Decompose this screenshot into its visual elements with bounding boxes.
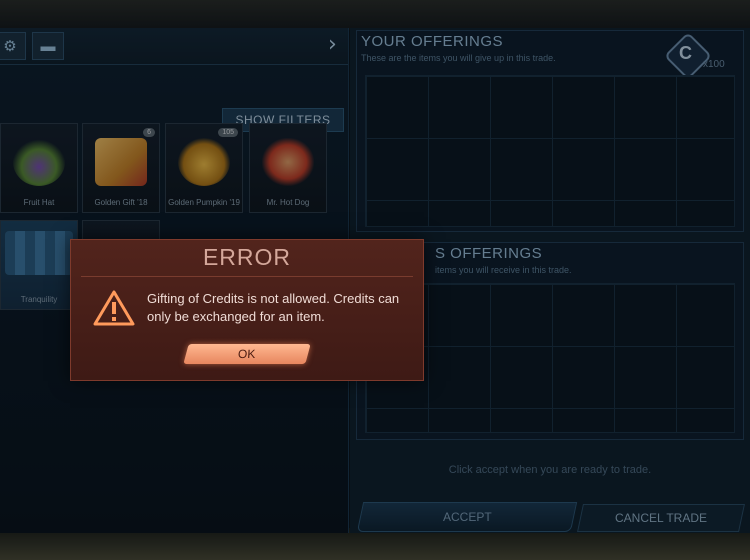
hot-dog-icon	[262, 138, 314, 186]
item-count-badge: 105	[218, 128, 238, 137]
your-offerings-subtitle: These are the items you will give up in …	[361, 53, 556, 63]
gear-icon[interactable]: ⚙	[0, 32, 26, 60]
title-divider	[81, 276, 413, 277]
item-name: Mr. Hot Dog	[266, 198, 310, 207]
inventory-item[interactable]: Mr. Hot Dog	[249, 123, 327, 213]
error-dialog: ERROR Gifting of Credits is not allowed.…	[70, 239, 424, 381]
pumpkin-icon	[178, 138, 230, 186]
item-name: Tranquility	[20, 295, 58, 304]
credits-letter-icon: C	[679, 43, 692, 63]
their-offerings-title: S OFFERINGS	[435, 245, 543, 262]
inventory-item[interactable]: 105 Golden Pumpkin '19	[165, 123, 243, 213]
credits-count: x100	[703, 59, 725, 70]
ready-message: Click accept when you are ready to trade…	[448, 464, 652, 476]
background-top	[0, 0, 750, 30]
accept-label: ACCEPT	[442, 510, 492, 524]
item-count-badge: 6	[143, 128, 155, 137]
gift-box-icon	[95, 138, 147, 186]
chevron-right-icon[interactable]: ›	[328, 32, 337, 57]
their-offerings-subtitle: items you will receive in this trade.	[435, 265, 572, 275]
inventory-top-bar: ⚙ ▬ ›	[0, 28, 348, 65]
error-title: ERROR	[202, 244, 292, 270]
ok-button[interactable]: OK	[183, 344, 311, 364]
cancel-trade-button[interactable]: CANCEL TRADE	[577, 504, 745, 532]
your-offerings-box: YOUR OFFERINGS These are the items you w…	[356, 30, 744, 232]
accept-button[interactable]: ACCEPT	[356, 502, 578, 532]
item-name: Fruit Hat	[23, 198, 55, 207]
inventory-item[interactable]: Fruit Hat	[0, 123, 78, 213]
fruit-hat-icon	[13, 138, 65, 186]
your-offerings-grid[interactable]	[365, 75, 735, 227]
your-offerings-title: YOUR OFFERINGS	[361, 33, 504, 50]
tag-icon[interactable]: ▬	[32, 32, 64, 60]
inventory-item[interactable]: Tranquility	[0, 220, 78, 310]
ok-label: OK	[237, 347, 257, 361]
decal-icon	[5, 231, 73, 275]
item-name: Golden Gift '18	[94, 198, 148, 207]
warning-icon	[93, 290, 135, 326]
error-message: Gifting of Credits is not allowed. Credi…	[147, 291, 400, 324]
cancel-trade-label: CANCEL TRADE	[614, 511, 708, 525]
inventory-item[interactable]: 6 Golden Gift '18	[82, 123, 160, 213]
item-name: Golden Pumpkin '19	[168, 198, 240, 207]
